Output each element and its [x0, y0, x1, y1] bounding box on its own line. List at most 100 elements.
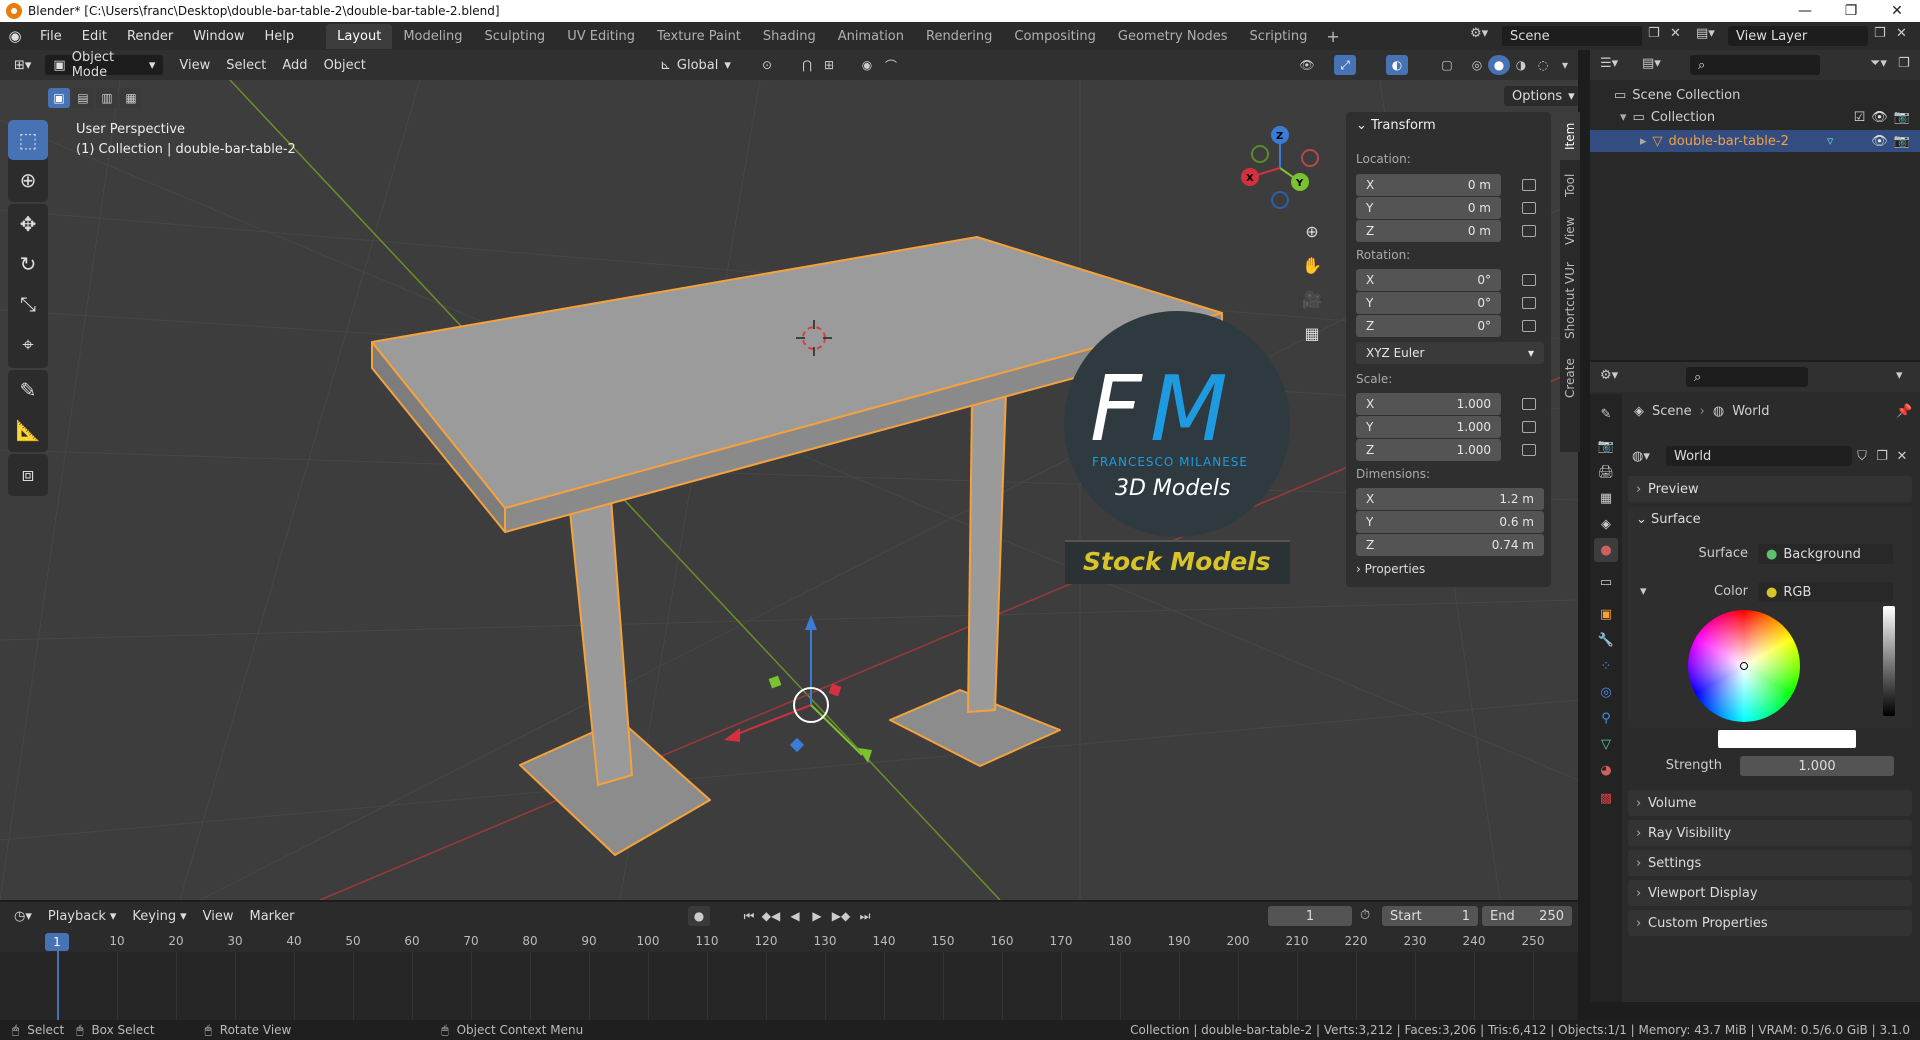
camera-icon[interactable]: 📷 [1894, 110, 1910, 125]
tab-animation[interactable]: Animation [827, 24, 915, 49]
color-swatch[interactable] [1718, 730, 1856, 748]
lock-icon[interactable] [1522, 225, 1536, 237]
playhead-line[interactable] [57, 951, 59, 1020]
properties-subpanel-header[interactable]: › Properties [1356, 562, 1425, 576]
proportional-edit-icon[interactable]: ◉ [856, 55, 878, 75]
falloff-icon[interactable]: ⌒ [880, 55, 902, 75]
tab-sculpting[interactable]: Sculpting [473, 24, 556, 49]
next-keyframe-icon[interactable]: ▶◆ [830, 906, 852, 926]
transform-header[interactable]: ⌄ Transform [1356, 118, 1436, 133]
particles-tab-icon[interactable]: ⁘ [1594, 654, 1618, 678]
tab-uv-editing[interactable]: UV Editing [556, 24, 646, 49]
pan-hand-icon[interactable]: ✋ [1296, 249, 1328, 281]
output-tab-icon[interactable]: 🖨 [1594, 460, 1618, 484]
tab-view[interactable]: View [1560, 210, 1580, 252]
options-dropdown[interactable]: Options ▾ [1504, 86, 1578, 106]
outliner-editor-type-icon[interactable]: ☰▾ [1600, 56, 1618, 71]
transform-tool-icon[interactable]: ⌖ [8, 324, 48, 364]
prev-keyframe-icon[interactable]: ◆◀ [760, 906, 782, 926]
color-expand-icon[interactable]: ▾ [1640, 584, 1647, 599]
dimensions-z-field[interactable]: Z 0.74 m [1356, 534, 1544, 556]
tab-shading[interactable]: Shading [752, 24, 827, 49]
play-reverse-icon[interactable]: ◀ [784, 906, 806, 926]
view-layer-field[interactable]: View Layer [1728, 26, 1868, 46]
surface-shader-field[interactable]: ● Background [1758, 544, 1893, 564]
tab-create[interactable]: Create [1560, 350, 1580, 406]
lock-icon[interactable] [1522, 297, 1536, 309]
pivot-point-icon[interactable]: ⊙ [756, 55, 778, 75]
dimensions-x-field[interactable]: X 1.2 m [1356, 488, 1544, 510]
menu-help[interactable]: Help [255, 29, 305, 44]
world-browse-icon[interactable]: ◍▾ [1632, 449, 1666, 464]
overlay-toggle-icon[interactable]: ◐ [1386, 55, 1408, 75]
material-tab-icon[interactable]: ◕ [1594, 758, 1618, 782]
view-layer-tab-icon[interactable]: ▦ [1594, 486, 1618, 510]
timeline-body[interactable]: 10 20 30 40 50 60 70 80 90 100 110 120 130 140 150 160 1… [0, 930, 1578, 1020]
move-tool-icon[interactable]: ✥ [8, 204, 48, 244]
tab-rendering[interactable]: Rendering [915, 24, 1003, 49]
lock-icon[interactable] [1522, 202, 1536, 214]
jump-end-icon[interactable]: ⏭ [854, 906, 876, 926]
close-window-button[interactable]: ✕ [1874, 0, 1920, 22]
minimize-button[interactable]: — [1782, 0, 1828, 22]
maximize-button[interactable]: ❐ [1828, 0, 1874, 22]
snap-icon[interactable]: ⋂ [796, 55, 818, 75]
rotate-tool-icon[interactable]: ↻ [8, 244, 48, 284]
rotation-y-field[interactable]: Y 0° [1356, 292, 1501, 314]
outliner-scene-collection[interactable]: ▭ Scene Collection [1614, 88, 1740, 103]
value-slider[interactable] [1883, 606, 1895, 716]
surface-section-header[interactable]: ⌄ Surface [1636, 512, 1701, 527]
solid-shading-icon[interactable]: ● [1488, 55, 1510, 75]
collection-tab-icon[interactable]: ▭ [1594, 570, 1618, 594]
section-volume[interactable]: Volume [1628, 790, 1912, 816]
measure-tool-icon[interactable]: 📐 [8, 410, 48, 450]
outliner-object-row[interactable]: ▸ ▽ double-bar-table-2 ▿ 👁 📷 [1590, 130, 1920, 152]
view-layer-selector-icon[interactable]: ▤▾ [1696, 26, 1715, 41]
modifier-tab-icon[interactable]: 🔧 [1594, 628, 1618, 652]
material-shading-icon[interactable]: ◑ [1510, 55, 1532, 75]
new-view-layer-icon[interactable]: ❐ [1874, 26, 1886, 41]
pin-icon[interactable]: 📌 [1896, 404, 1912, 419]
snap-target-icon[interactable]: ⊞ [818, 55, 840, 75]
zoom-icon[interactable]: ⊕ [1296, 215, 1328, 247]
shading-options-icon[interactable]: ▾ [1554, 55, 1576, 75]
scale-y-field[interactable]: Y 1.000 [1356, 416, 1501, 438]
visibility-icon[interactable]: 👁 [1296, 55, 1318, 75]
select-subtract-icon[interactable]: ▥ [96, 88, 118, 108]
fake-user-icon[interactable]: ⛉ [1852, 449, 1872, 464]
lock-icon[interactable] [1522, 274, 1536, 286]
render-tab-icon[interactable]: 📷 [1594, 434, 1618, 458]
duplicate-icon[interactable]: ❐ [1872, 449, 1892, 464]
wireframe-shading-icon[interactable]: ◎ [1466, 55, 1488, 75]
ortho-grid-icon[interactable]: ▦ [1296, 317, 1328, 349]
display-mode-icon[interactable]: ▤▾ [1642, 56, 1661, 71]
scale-tool-icon[interactable]: ⤡ [8, 284, 48, 324]
scale-z-field[interactable]: Z 1.000 [1356, 439, 1501, 461]
dimensions-y-field[interactable]: Y 0.6 m [1356, 511, 1544, 533]
section-custom-properties[interactable]: Custom Properties [1628, 910, 1912, 936]
constraints-tab-icon[interactable]: ⚲ [1594, 706, 1618, 730]
color-input-field[interactable]: ● RGB [1758, 582, 1893, 602]
scene-name-field[interactable]: Scene [1502, 26, 1642, 46]
end-frame-field[interactable]: End 250 [1482, 906, 1572, 926]
section-settings[interactable]: Settings [1628, 850, 1912, 876]
select-invert-icon[interactable]: ▦ [120, 88, 142, 108]
tab-texture-paint[interactable]: Texture Paint [646, 24, 752, 49]
world-datablock-selector[interactable]: ◍▾ World ⛉ ❐ ✕ [1632, 445, 1912, 467]
start-frame-field[interactable]: Start 1 [1382, 906, 1478, 926]
current-frame-field[interactable]: 1 [1268, 906, 1352, 926]
menu-select[interactable]: Select [218, 55, 274, 75]
delete-scene-icon[interactable]: ✕ [1670, 26, 1681, 41]
rotation-z-field[interactable]: Z 0° [1356, 315, 1501, 337]
cursor-tool-icon[interactable]: ⊕ [8, 160, 48, 200]
playhead-frame-label[interactable]: 1 [45, 933, 69, 951]
new-scene-icon[interactable]: ❐ [1648, 26, 1660, 41]
camera-view-icon[interactable]: 🎥 [1296, 283, 1328, 315]
rotation-x-field[interactable]: X 0° [1356, 269, 1501, 291]
location-x-field[interactable]: X0 m [1356, 174, 1501, 196]
color-wheel[interactable] [1688, 610, 1800, 722]
play-icon[interactable]: ▶ [806, 906, 828, 926]
new-collection-icon[interactable]: ❐ [1898, 56, 1910, 71]
rendered-shading-icon[interactable]: ◌ [1532, 55, 1554, 75]
menu-render[interactable]: Render [117, 29, 183, 44]
